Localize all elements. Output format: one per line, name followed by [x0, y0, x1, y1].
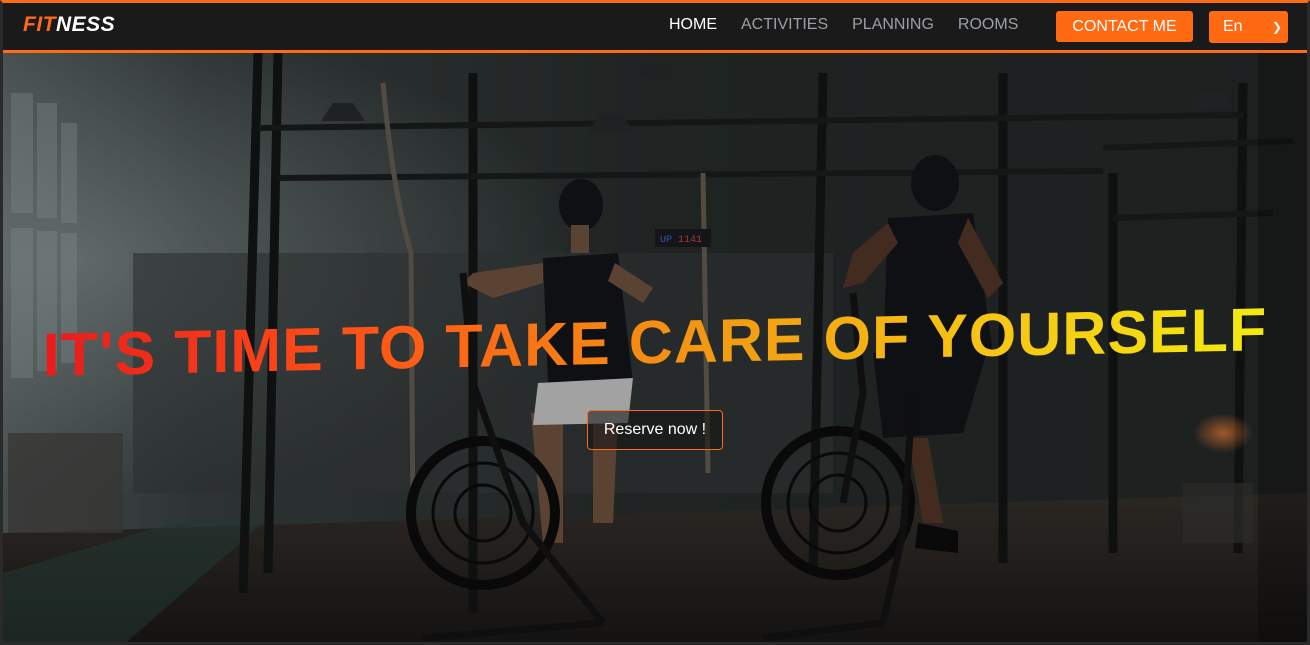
logo[interactable]: FITNESS — [23, 13, 115, 37]
reserve-now-button[interactable]: Reserve now ! — [587, 410, 723, 450]
hero-section: UP 1141 IT'S TIME TO TAKE CARE OF YOURSE… — [3, 53, 1307, 642]
language-select[interactable]: En ❯ — [1209, 11, 1288, 43]
nav-link-rooms[interactable]: ROOMS — [958, 16, 1018, 34]
nav-link-planning[interactable]: PLANNING — [852, 16, 934, 34]
page-frame: FITNESS HOME ACTIVITIES PLANNING ROOMS C… — [0, 0, 1310, 645]
logo-part-fit: FIT — [23, 13, 56, 36]
logo-part-ness: NESS — [56, 13, 116, 36]
contact-me-button[interactable]: CONTACT ME — [1056, 11, 1193, 42]
nav-link-activities[interactable]: ACTIVITIES — [741, 16, 828, 34]
nav-link-home[interactable]: HOME — [669, 16, 717, 34]
navbar: FITNESS HOME ACTIVITIES PLANNING ROOMS C… — [3, 3, 1307, 53]
chevron-down-icon: ❯ — [1271, 20, 1282, 34]
nav-links: HOME ACTIVITIES PLANNING ROOMS — [669, 16, 1042, 34]
language-selected-value: En — [1223, 18, 1243, 35]
